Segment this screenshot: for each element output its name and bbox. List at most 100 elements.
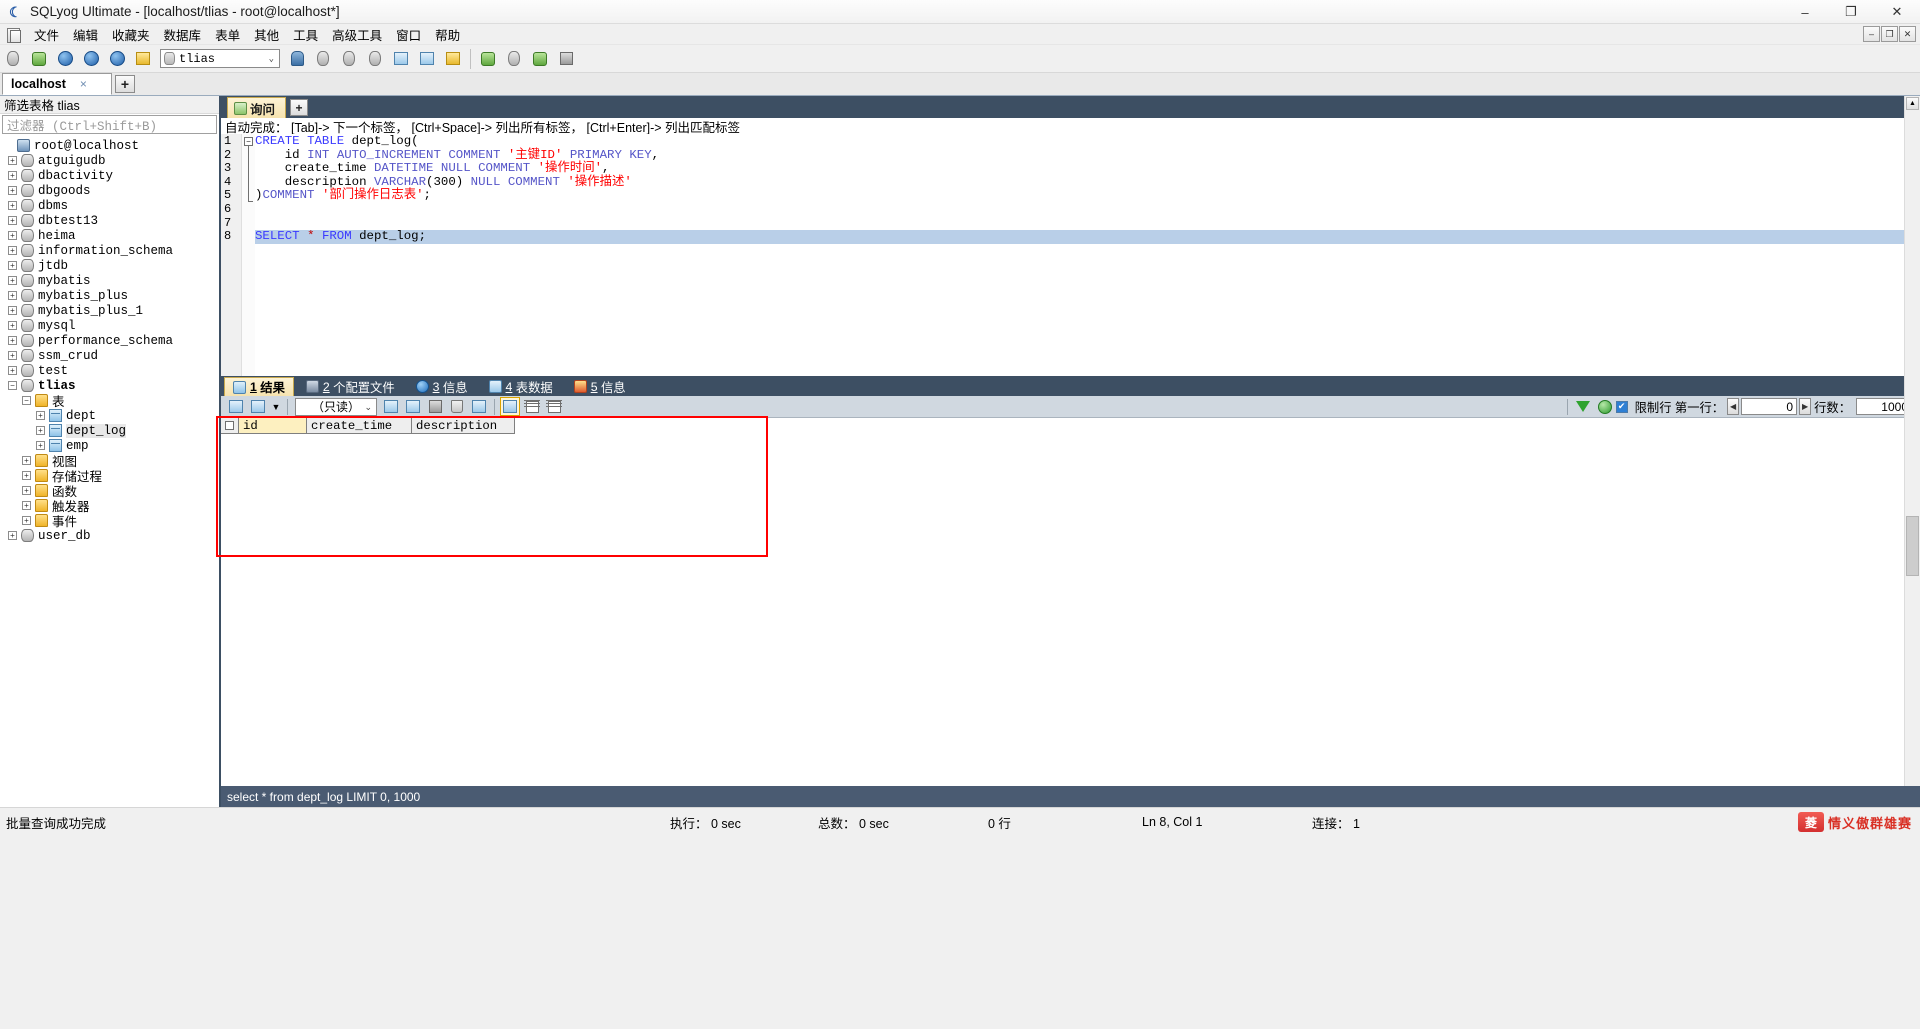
- sql-code-content[interactable]: CREATE TABLE dept_log( id INT AUTO_INCRE…: [255, 134, 1920, 376]
- tree-node-mybatis-plus-1[interactable]: + mybatis_plus_1: [0, 303, 219, 318]
- sync-data-icon[interactable]: [528, 47, 552, 71]
- close-icon[interactable]: ×: [80, 77, 87, 91]
- scrollbar-thumb[interactable]: [1906, 516, 1919, 576]
- tree-node-dbactivity[interactable]: + dbactivity: [0, 168, 219, 183]
- text-icon[interactable]: [544, 397, 564, 416]
- close-button[interactable]: ✕: [1874, 0, 1920, 24]
- expander-icon[interactable]: +: [8, 336, 17, 345]
- tree-node-performance-schema[interactable]: + performance_schema: [0, 333, 219, 348]
- code-fold-gutter[interactable]: −: [241, 134, 255, 376]
- database-selector[interactable]: tlias ⌄: [160, 49, 280, 68]
- form-view-icon[interactable]: [248, 397, 268, 416]
- result-tab-results[interactable]: 1 结果: [224, 377, 294, 396]
- object-filter-input[interactable]: 过滤器 (Ctrl+Shift+B): [2, 115, 217, 134]
- scroll-up-button[interactable]: ▲: [1906, 97, 1919, 110]
- duplicate-row-icon[interactable]: [403, 397, 423, 416]
- tree-node-jtdb[interactable]: + jtdb: [0, 258, 219, 273]
- result-grid[interactable]: id create_time description: [221, 418, 1920, 807]
- tree-node-heima[interactable]: + heima: [0, 228, 219, 243]
- tree-node-functions-folder[interactable]: + 函数: [0, 483, 219, 499]
- expander-icon[interactable]: +: [8, 531, 17, 540]
- menu-edit[interactable]: 编辑: [66, 23, 105, 46]
- grid-view-icon[interactable]: [226, 397, 246, 416]
- expander-icon[interactable]: +: [8, 291, 17, 300]
- expander-icon[interactable]: +: [8, 201, 17, 210]
- result-tab-table-data[interactable]: 4 表数据: [480, 377, 562, 396]
- menu-help[interactable]: 帮助: [428, 23, 467, 46]
- expander-icon[interactable]: +: [8, 171, 17, 180]
- execute-query-icon[interactable]: [53, 47, 77, 71]
- column-header-description[interactable]: description: [412, 418, 515, 434]
- new-connection-icon[interactable]: [1, 47, 25, 71]
- result-tab-info[interactable]: 3 信息: [407, 377, 477, 396]
- menu-file[interactable]: 文件: [27, 23, 66, 46]
- menu-favorites[interactable]: 收藏夹: [105, 23, 157, 46]
- result-tab-messages[interactable]: 5 信息: [565, 377, 635, 396]
- check-table-icon[interactable]: [476, 47, 500, 71]
- save-changes-icon[interactable]: [425, 397, 445, 416]
- schema-designer-icon[interactable]: [441, 47, 465, 71]
- menu-form[interactable]: 表单: [208, 23, 247, 46]
- mdi-restore-button[interactable]: ❐: [1881, 26, 1898, 42]
- tree-node-triggers-folder[interactable]: + 触发器: [0, 498, 219, 514]
- tree-node-table-dept-log[interactable]: + dept_log: [0, 423, 219, 438]
- limit-rows-checkbox[interactable]: ✔: [1615, 400, 1628, 413]
- select-all-checkbox[interactable]: [225, 421, 234, 430]
- tree-node-information-schema[interactable]: + information_schema: [0, 243, 219, 258]
- tree-node-root[interactable]: root@localhost: [0, 138, 219, 153]
- sql-editor[interactable]: 1 2 3 4 5 6 7 8 − CREATE TABLE dept_log(…: [221, 134, 1920, 376]
- menu-others[interactable]: 其他: [247, 23, 286, 46]
- menu-database[interactable]: 数据库: [157, 23, 209, 46]
- next-page-button[interactable]: ▶: [1799, 398, 1812, 415]
- expander-icon[interactable]: +: [8, 306, 17, 315]
- tree-node-tables-folder[interactable]: − 表: [0, 393, 219, 409]
- expander-icon[interactable]: +: [8, 231, 17, 240]
- export-data-icon[interactable]: [389, 47, 413, 71]
- expander-icon[interactable]: +: [22, 456, 31, 465]
- expander-icon[interactable]: +: [8, 246, 17, 255]
- refresh-icon[interactable]: [1595, 397, 1615, 416]
- migrate-icon[interactable]: [554, 47, 578, 71]
- user-manager-icon[interactable]: [285, 47, 309, 71]
- backup-database-icon[interactable]: [311, 47, 335, 71]
- tree-node-test[interactable]: + test: [0, 363, 219, 378]
- collapse-icon[interactable]: −: [22, 396, 31, 405]
- tree-node-mybatis-plus[interactable]: + mybatis_plus: [0, 288, 219, 303]
- mdi-minimize-button[interactable]: –: [1863, 26, 1880, 42]
- tree-node-table-dept[interactable]: + dept: [0, 408, 219, 423]
- tree-node-table-emp[interactable]: + emp: [0, 438, 219, 453]
- expander-icon[interactable]: +: [8, 321, 17, 330]
- insert-row-icon[interactable]: [381, 397, 401, 416]
- mdi-close-button[interactable]: ✕: [1899, 26, 1916, 42]
- expander-icon[interactable]: +: [36, 441, 45, 450]
- expander-icon[interactable]: +: [22, 516, 31, 525]
- collapse-icon[interactable]: −: [8, 381, 17, 390]
- table-data-icon[interactable]: [415, 47, 439, 71]
- expander-icon[interactable]: +: [8, 186, 17, 195]
- grid-icon[interactable]: [500, 397, 520, 416]
- filter-icon[interactable]: [1573, 397, 1593, 416]
- expander-icon[interactable]: +: [8, 366, 17, 375]
- execute-all-queries-icon[interactable]: [79, 47, 103, 71]
- execute-current-query-icon[interactable]: [105, 47, 129, 71]
- tree-node-procedures-folder[interactable]: + 存储过程: [0, 468, 219, 484]
- tree-node-dbtest13[interactable]: + dbtest13: [0, 213, 219, 228]
- import-data-icon[interactable]: [363, 47, 387, 71]
- expander-icon[interactable]: +: [36, 426, 45, 435]
- expander-icon[interactable]: +: [22, 501, 31, 510]
- tree-node-ssm-crud[interactable]: + ssm_crud: [0, 348, 219, 363]
- vertical-scrollbar[interactable]: ▲: [1904, 96, 1920, 807]
- tree-node-mysql[interactable]: + mysql: [0, 318, 219, 333]
- add-connection-tab-button[interactable]: +: [115, 75, 135, 93]
- expander-icon[interactable]: +: [36, 411, 45, 420]
- tree-node-mybatis[interactable]: + mybatis: [0, 273, 219, 288]
- optimize-table-icon[interactable]: [502, 47, 526, 71]
- menu-tools[interactable]: 工具: [286, 23, 325, 46]
- expander-icon[interactable]: +: [8, 261, 17, 270]
- tree-node-atguigudb[interactable]: + atguigudb: [0, 153, 219, 168]
- dropdown-arrow-icon[interactable]: ▼: [270, 397, 282, 416]
- query-tab-active[interactable]: 询问: [227, 97, 287, 118]
- tree-node-views-folder[interactable]: + 视图: [0, 453, 219, 469]
- stop-query-icon[interactable]: [131, 47, 155, 71]
- expander-icon[interactable]: +: [8, 351, 17, 360]
